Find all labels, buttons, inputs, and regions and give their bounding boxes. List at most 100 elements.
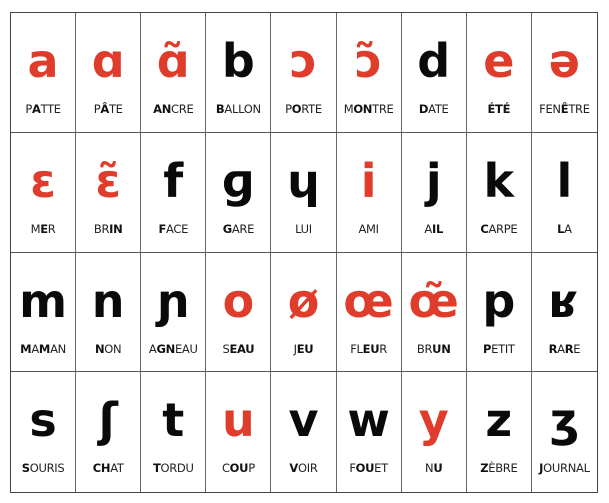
word-segment: M: [30, 221, 41, 236]
phoneme-symbol: l: [556, 153, 573, 208]
word-sound-highlight: O: [291, 102, 302, 116]
word-sound-highlight: V: [289, 461, 299, 476]
phoneme-cell: e ÉTÉ: [466, 13, 532, 133]
word-sound-highlight: U: [433, 461, 443, 476]
word-sound-highlight: IL: [431, 221, 443, 236]
word-segment: ALLON: [224, 102, 261, 116]
example-word: BRUN: [402, 342, 466, 356]
phoneme-cell: u COUP: [206, 372, 272, 492]
phoneme-cell: ɑ̃ ANCRE: [141, 13, 207, 133]
phoneme-symbol: b: [221, 34, 255, 88]
example-word: CHAT: [76, 461, 140, 475]
example-word: PORTE: [271, 102, 335, 116]
phoneme-symbol: ø: [287, 273, 320, 328]
example-word: MER: [11, 222, 75, 236]
word-segment: ACE: [166, 221, 189, 236]
word-segment: A: [557, 341, 565, 356]
phoneme-cell: ʃ CHAT: [76, 372, 142, 492]
word-sound-highlight: E: [40, 221, 48, 236]
example-word: FENÊTRE: [532, 102, 597, 116]
phoneme-cell: œ FLEUR: [336, 252, 402, 373]
word-segment: EAU: [174, 341, 198, 356]
word-segment: TE: [108, 102, 123, 116]
example-word: NU: [402, 461, 466, 475]
phoneme-cell: ʁ RARE: [531, 252, 597, 373]
phoneme-symbol: ɲ: [156, 273, 190, 328]
phoneme-cell: m MAMAN: [11, 252, 77, 373]
word-sound-highlight: M: [20, 341, 32, 356]
phoneme-symbol: z: [485, 393, 513, 448]
word-segment: A: [564, 221, 572, 236]
phoneme-symbol: ɑ̃: [156, 34, 190, 88]
word-segment: A: [424, 221, 432, 236]
word-sound-highlight: R: [548, 341, 558, 356]
phoneme-cell: ɥ LUI: [271, 132, 337, 253]
phoneme-symbol: œ̃: [408, 273, 459, 328]
word-segment: P: [285, 102, 292, 116]
word-sound-highlight: F: [158, 221, 167, 236]
word-segment: ON: [104, 341, 122, 356]
phoneme-symbol: ɛ: [30, 153, 56, 208]
phoneme-cell: a PATTE: [11, 13, 77, 133]
example-word: AIL: [402, 222, 466, 236]
example-word: MAMAN: [11, 342, 75, 356]
phoneme-symbol: w: [347, 393, 390, 448]
phoneme-cell: n NON: [76, 252, 142, 373]
example-word: BRIN: [76, 222, 140, 236]
word-segment: OIR: [298, 461, 318, 476]
word-segment: BR: [93, 221, 110, 236]
phoneme-cell: p PETIT: [466, 252, 532, 373]
word-segment: TRE: [568, 102, 590, 116]
phoneme-cell: y NU: [401, 372, 467, 492]
phoneme-symbol: ɔ̃: [354, 34, 383, 88]
example-word: GARE: [206, 222, 270, 236]
word-segment: ARPE: [488, 221, 518, 236]
phoneme-symbol: ɡ: [221, 153, 255, 208]
phoneme-symbol: ʁ: [549, 273, 580, 328]
example-word: BALLON: [206, 102, 270, 116]
word-segment: ÈBRE: [488, 461, 518, 476]
phoneme-cell: ɔ PORTE: [271, 13, 337, 133]
example-word: FACE: [141, 222, 205, 236]
word-segment: AT: [110, 461, 124, 476]
word-sound-highlight: EU: [296, 341, 314, 356]
example-word: PETIT: [467, 342, 531, 356]
example-word: PATTE: [11, 102, 75, 116]
word-segment: RTE: [301, 102, 322, 116]
phoneme-symbol: k: [483, 153, 515, 208]
example-word: ZÈBRE: [467, 461, 531, 475]
word-sound-highlight: CH: [92, 461, 111, 476]
phoneme-cell: ɛ MER: [11, 132, 77, 253]
word-segment: OURIS: [29, 461, 65, 476]
phoneme-grid: a PATTE ɑ PÂTE ɑ̃ ANCRE b BALLON ɔ PORTE ɔ̃ MONTRE d…: [10, 12, 598, 493]
phoneme-symbol: ʃ: [98, 393, 118, 448]
example-word: JOURNAL: [532, 461, 597, 475]
word-segment: LUI: [295, 221, 312, 236]
phoneme-cell: ø JEU: [271, 252, 337, 373]
phoneme-symbol: s: [29, 393, 57, 448]
word-segment: A: [31, 341, 39, 356]
word-segment: C: [221, 461, 230, 476]
word-segment: M: [343, 102, 354, 116]
word-segment: R: [47, 221, 56, 236]
phoneme-symbol: o: [222, 273, 255, 328]
word-segment: ORDU: [160, 461, 194, 476]
word-sound-highlight: EU: [362, 341, 380, 356]
word-sound-highlight: A: [31, 102, 41, 116]
phoneme-cell: ɑ PÂTE: [76, 13, 142, 133]
word-sound-highlight: P: [482, 341, 492, 356]
phoneme-cell: œ̃ BRUN: [401, 252, 467, 373]
phoneme-symbol: ɥ: [287, 153, 320, 208]
phoneme-cell: o SEAU: [206, 252, 272, 373]
word-sound-highlight: N: [94, 341, 105, 356]
example-word: LUI: [271, 222, 335, 236]
phoneme-cell: ɛ̃ BRIN: [76, 132, 142, 253]
word-sound-highlight: M: [38, 341, 51, 356]
word-segment: TTE: [40, 102, 62, 116]
word-segment: TRE: [372, 102, 394, 116]
example-word: NON: [76, 342, 140, 356]
word-sound-highlight: IN: [109, 221, 123, 236]
word-sound-highlight: G: [222, 221, 232, 236]
phoneme-cell: s SOURIS: [11, 372, 77, 492]
example-word: MONTRE: [337, 102, 401, 116]
